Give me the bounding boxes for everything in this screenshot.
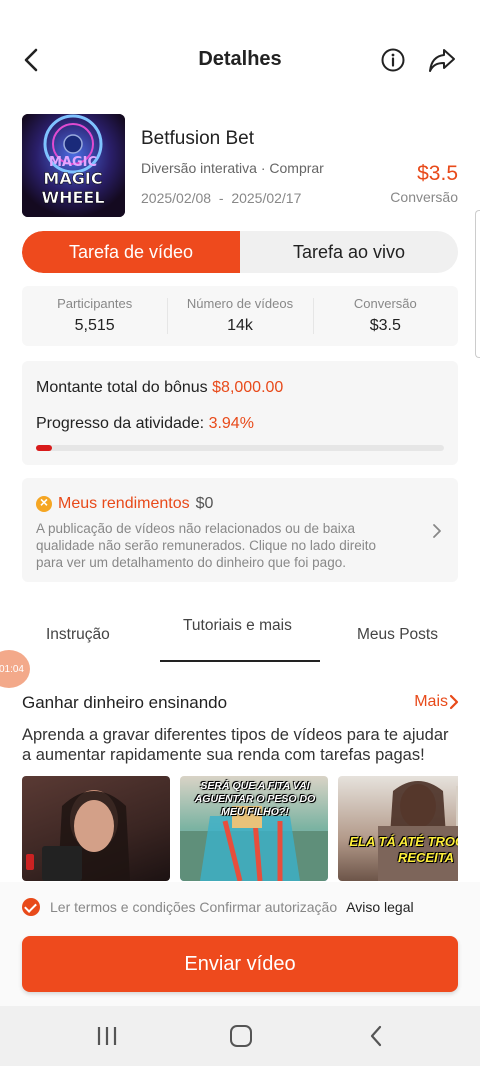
chevron-right-icon <box>449 694 459 710</box>
tab-tutorials[interactable]: Tutoriais e mais <box>160 616 320 662</box>
task-type-switch: Tarefa de vídeo Tarefa ao vivo <box>22 231 458 273</box>
earnings-description: A publicação de vídeos não relacionados … <box>36 521 376 570</box>
info-icon[interactable] <box>380 47 406 73</box>
stat-label: Número de vídeos <box>186 296 294 311</box>
bonus-total-value: $8,000.00 <box>212 379 284 396</box>
progress-value: 3.94% <box>208 415 254 432</box>
progress-label: Progresso da atividade: <box>36 415 205 432</box>
video-caption: ELA TÁ ATÉ TROCANDO RECEITA <box>349 834 458 865</box>
share-icon[interactable] <box>427 46 457 74</box>
earnings-amount: $0 <box>195 495 214 512</box>
stat-label: Conversão <box>353 296 417 311</box>
stat-value: $3.5 <box>369 317 401 334</box>
price-label: Conversão <box>390 189 458 205</box>
progress-bar <box>36 445 444 451</box>
top-bar: Detalhes <box>0 30 480 90</box>
coin-icon <box>36 494 52 512</box>
terms-link[interactable]: Ler termos e condições Confirmar autoriz… <box>50 899 337 915</box>
tutorial-video-thumb[interactable]: ELA TÁ ATÉ TROCANDO RECEITA <box>338 776 458 881</box>
tab-instruction[interactable]: Instrução <box>46 626 110 644</box>
tab-live-task[interactable]: Tarefa ao vivo <box>240 231 458 273</box>
stat-value: 14k <box>227 317 253 334</box>
page-title: Detalhes <box>198 48 282 70</box>
game-name: Betfusion Bet <box>141 128 255 149</box>
tab-video-task[interactable]: Tarefa de vídeo <box>22 231 240 273</box>
chevron-right-icon[interactable] <box>430 522 444 540</box>
scroll-indicator[interactable] <box>475 210 480 358</box>
tab-my-posts[interactable]: Meus Posts <box>357 626 438 644</box>
bonus-total: Montante total do bônus $8,000.00 <box>36 379 283 397</box>
game-dates: 2025/02/08 - 2025/02/17 <box>141 190 301 206</box>
progress-bar-fill <box>36 445 53 451</box>
stat-participants: Participantes 5,515 <box>22 286 167 346</box>
checkbox-checked-icon[interactable] <box>22 898 40 916</box>
video-caption: SERÁ QUE A FITA VAI AGUENTAR O PESO DO M… <box>194 780 316 818</box>
stat-conversion: Conversão $3.5 <box>312 286 458 346</box>
tutorial-video-list: SERÁ QUE A FITA VAI AGUENTAR O PESO DO M… <box>22 776 458 881</box>
tutorial-video-thumb[interactable]: SERÁ QUE A FITA VAI AGUENTAR O PESO DO M… <box>180 776 328 881</box>
stat-value: 5,515 <box>74 317 115 334</box>
game-categories: Diversão interativa · Comprar <box>141 160 324 176</box>
more-link[interactable]: Mais <box>414 693 460 711</box>
bonus-panel: Montante total do bônus $8,000.00 Progre… <box>22 361 458 465</box>
earnings-label: Meus rendimentos <box>58 495 190 512</box>
back-icon[interactable] <box>368 1024 384 1048</box>
tutorial-title: Ganhar dinheiro ensinando <box>22 693 228 712</box>
game-price: $3.5 <box>417 162 458 185</box>
date-separator: - <box>218 190 224 206</box>
tutorial-video-thumb[interactable] <box>22 776 170 881</box>
date-start: 2025/02/08 <box>141 190 212 206</box>
earnings-panel[interactable]: Meus rendimentos $0 A publicação de víde… <box>22 478 458 582</box>
stat-label: Participantes <box>57 296 133 311</box>
date-end: 2025/02/17 <box>231 190 302 206</box>
svg-text:MAGIC: MAGIC <box>49 155 97 170</box>
bonus-total-label: Montante total do bônus <box>36 379 208 396</box>
home-icon[interactable] <box>230 1025 252 1047</box>
system-nav-bar <box>0 1006 480 1066</box>
submit-footer: Ler termos e condições Confirmar autoriz… <box>0 882 480 1006</box>
svg-text:WHEEL: WHEEL <box>41 188 104 207</box>
submit-video-button[interactable]: Enviar vídeo <box>22 936 458 992</box>
stat-videos: Número de vídeos 14k <box>167 286 312 346</box>
earnings-title: Meus rendimentos $0 <box>36 494 214 513</box>
activity-progress: Progresso da atividade: 3.94% <box>36 415 254 433</box>
game-thumbnail[interactable]: MAGIC MAGIC WHEEL <box>22 114 125 217</box>
tutorial-description: Aprenda a gravar diferentes tipos de víd… <box>22 726 449 764</box>
legal-notice-link[interactable]: Aviso legal <box>346 899 413 915</box>
content-tabs: Instrução Tutoriais e mais Meus Posts <box>0 610 480 662</box>
terms-row: Ler termos e condições Confirmar autoriz… <box>22 898 414 916</box>
svg-text:MAGIC: MAGIC <box>43 169 102 188</box>
more-label: Mais <box>414 693 448 710</box>
stats-panel: Participantes 5,515 Número de vídeos 14k… <box>22 286 458 346</box>
recent-apps-icon[interactable] <box>96 1026 118 1046</box>
